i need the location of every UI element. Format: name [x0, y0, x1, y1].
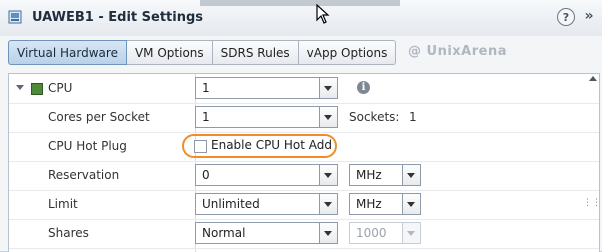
row-cpu: CPU 1 i — [9, 74, 599, 104]
background-strip — [200, 0, 400, 6]
reservation-unit-select[interactable]: MHz — [349, 164, 421, 186]
cores-per-socket-select[interactable]: 1 — [195, 106, 338, 128]
row-cores-per-socket: Cores per Socket 1 Sockets: 1 — [9, 103, 599, 133]
settings-tabs: Virtual Hardware VM Options SDRS Rules v… — [8, 40, 397, 66]
reservation-value: 0 — [202, 168, 210, 182]
reservation-unit: MHz — [356, 168, 382, 182]
chevron-down-icon[interactable] — [402, 165, 420, 185]
help-button[interactable]: ? — [557, 8, 575, 26]
window-title: UAWEB1 - Edit Settings — [32, 10, 203, 25]
chevron-down-icon[interactable] — [319, 194, 337, 214]
resize-grip-icon[interactable]: ⋮⋮ — [583, 199, 601, 208]
title-bar: UAWEB1 - Edit Settings ? » — [0, 0, 602, 37]
cores-value: 1 — [202, 110, 210, 124]
tab-vm-options[interactable]: VM Options — [126, 40, 213, 65]
cores-label: Cores per Socket — [48, 110, 150, 124]
tab-sdrs-rules[interactable]: SDRS Rules — [212, 40, 299, 65]
hotplug-label: CPU Hot Plug — [48, 139, 127, 153]
chevron-down-icon[interactable] — [402, 194, 420, 214]
chevron-down-icon[interactable] — [319, 107, 337, 127]
row-limit: Limit Unlimited MHz — [9, 190, 599, 220]
shares-value: Normal — [202, 226, 246, 240]
chevron-down-icon[interactable] — [319, 223, 337, 243]
vm-icon — [8, 10, 22, 24]
reservation-label: Reservation — [48, 168, 120, 182]
sockets-value: 1 — [409, 110, 417, 124]
info-icon[interactable]: i — [357, 81, 370, 94]
chevron-down-icon[interactable] — [319, 78, 337, 98]
tab-virtual-hardware[interactable]: Virtual Hardware — [8, 40, 127, 65]
watermark: @ UnixArena — [408, 44, 507, 59]
cpu-icon — [31, 83, 43, 95]
collapse-icon[interactable] — [16, 85, 24, 90]
limit-unit-select[interactable]: MHz — [349, 193, 421, 215]
expand-button[interactable]: » — [580, 8, 598, 26]
chevron-down-icon — [402, 223, 420, 243]
limit-label: Limit — [48, 197, 78, 211]
sockets-label: Sockets: — [349, 110, 400, 124]
enable-cpu-hot-add-label[interactable]: Enable CPU Hot Add — [211, 136, 332, 154]
cpu-label: CPU — [48, 81, 73, 95]
row-reservation: Reservation 0 MHz — [9, 161, 599, 191]
shares-label: Shares — [48, 226, 89, 240]
reservation-select[interactable]: 0 — [195, 164, 338, 186]
chevron-down-icon[interactable] — [319, 165, 337, 185]
mouse-cursor-icon — [316, 4, 330, 24]
limit-value: Unlimited — [202, 197, 260, 211]
limit-unit: MHz — [356, 197, 382, 211]
tab-vapp-options[interactable]: vApp Options — [298, 40, 397, 65]
shares-amount-select: 1000 — [349, 222, 421, 244]
cpu-count-value: 1 — [202, 81, 210, 95]
enable-cpu-hot-add-checkbox[interactable] — [194, 140, 207, 153]
cpu-count-select[interactable]: 1 — [195, 77, 338, 99]
hardware-grid: CPU 1 i Cores per Socket 1 Sockets: 1 CP… — [8, 73, 600, 252]
scroll-up-icon[interactable] — [586, 73, 600, 103]
shares-select[interactable]: Normal — [195, 222, 338, 244]
limit-select[interactable]: Unlimited — [195, 193, 338, 215]
row-shares: Shares Normal 1000 — [9, 219, 599, 249]
shares-amount: 1000 — [356, 226, 387, 240]
